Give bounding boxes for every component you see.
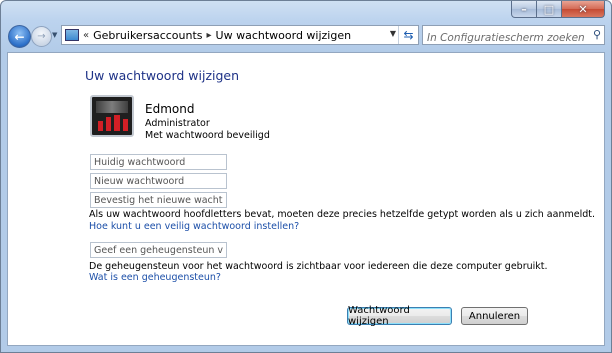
hint-visibility-note: De geheugensteun voor het wachtwoord is … [89,261,548,272]
cancel-button[interactable]: Annuleren [461,307,528,325]
main-content: Uw wachtwoord wijzigen Edmond Administra… [7,52,605,346]
maximize-icon: □ [543,2,555,16]
search-input[interactable] [423,29,587,46]
breadcrumb-overflow[interactable]: « [83,30,89,41]
user-protection-status: Met wachtwoord beveiligd [145,130,270,141]
current-password-field[interactable] [90,154,227,170]
search-icon[interactable]: ⚲ [593,28,601,41]
control-panel-window: – □ ✕ ← → ▼ « Gebruikersaccounts ▸ Uw wa… [0,0,612,353]
password-hint-field[interactable] [90,242,227,258]
search-box[interactable]: ⚲ [422,25,605,46]
address-dropdown-icon[interactable]: ▼ [390,29,396,38]
minimize-button[interactable]: – [511,1,537,18]
refresh-button[interactable]: ⇆ [398,26,418,44]
user-role: Administrator [145,118,210,129]
navigation-bar: ← → ▼ « Gebruikersaccounts ▸ Uw wachtwoo… [1,23,611,49]
back-arrow-icon: ← [14,29,25,44]
breadcrumb-item-current[interactable]: Uw wachtwoord wijzigen [216,29,352,42]
case-sensitivity-note: Als uw wachtwoord hoofdletters bevat, mo… [89,209,595,220]
new-password-field[interactable] [90,173,227,189]
caption-buttons: – □ ✕ [511,1,605,19]
forward-button[interactable]: → [31,26,52,47]
minimize-icon: – [521,2,527,16]
avatar [90,95,134,137]
page-title: Uw wachtwoord wijzigen [85,68,240,83]
breadcrumb-item-gebruikersaccounts[interactable]: Gebruikersaccounts [93,29,202,42]
user-name: Edmond [145,102,195,116]
close-icon: ✕ [578,2,588,16]
change-password-button[interactable]: Wachtwoord wijzigen [347,305,452,327]
back-button[interactable]: ← [8,25,31,48]
hint-help-link[interactable]: Wat is een geheugensteun? [89,272,221,283]
breadcrumb-separator-icon[interactable]: ▸ [207,30,212,41]
control-panel-icon [65,29,79,41]
recent-pages-dropdown[interactable]: ▼ [52,31,57,39]
secure-password-link[interactable]: Hoe kunt u een veilig wachtwoord instell… [89,221,299,232]
close-button[interactable]: ✕ [562,1,605,18]
address-bar[interactable]: « Gebruikersaccounts ▸ Uw wachtwoord wij… [61,25,419,45]
refresh-icon: ⇆ [403,28,414,42]
maximize-button[interactable]: □ [537,1,562,18]
forward-arrow-icon: → [37,31,46,42]
confirm-password-field[interactable] [90,192,227,208]
